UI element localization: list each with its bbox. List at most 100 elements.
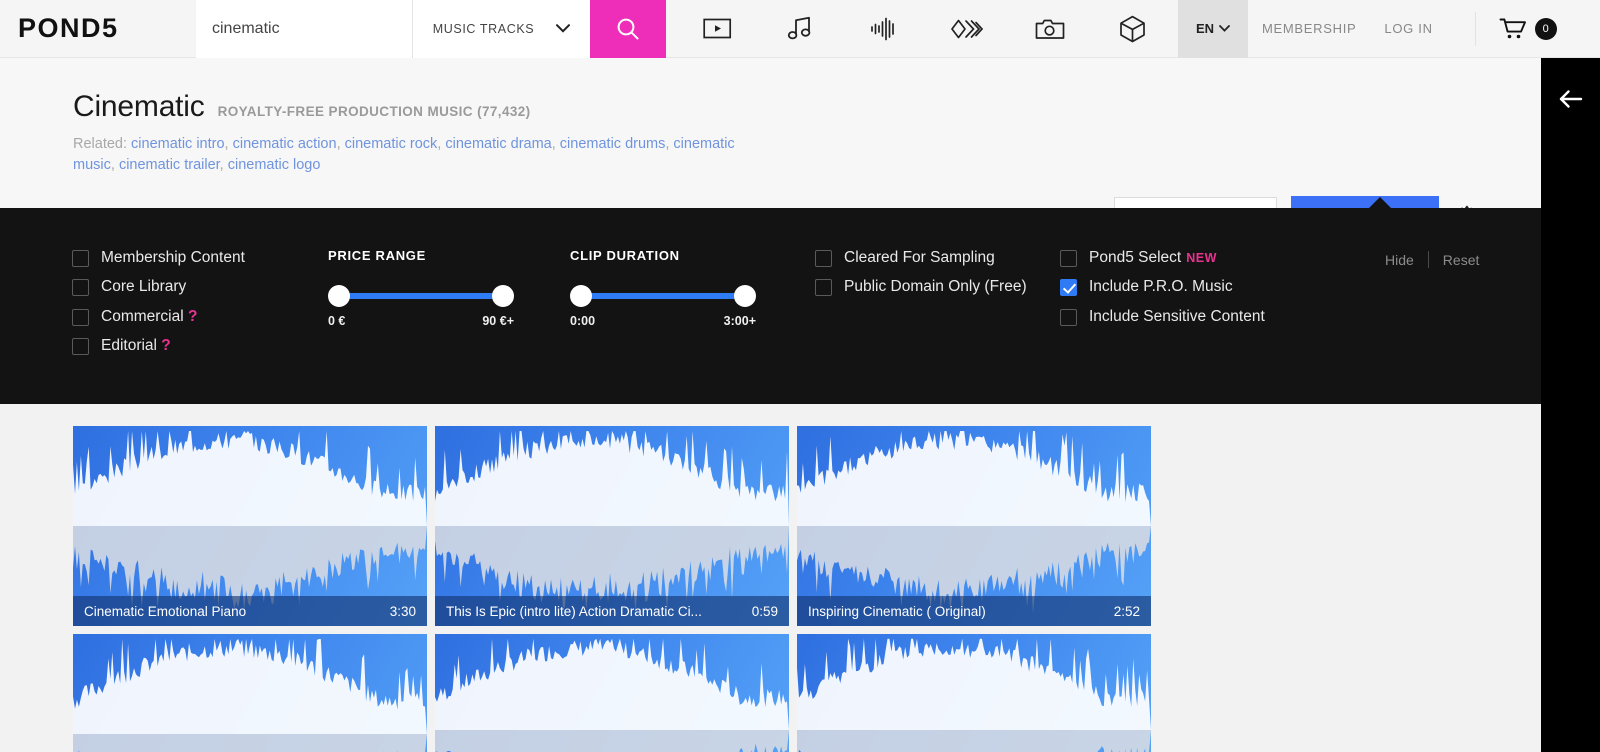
track-duration: 3:30 — [389, 603, 416, 619]
filter-checkbox-row[interactable]: Pond5 Select NEW — [1060, 248, 1350, 267]
motion-graphics-icon[interactable] — [925, 0, 1008, 58]
price-range-knob-max[interactable] — [492, 285, 514, 307]
checkbox-unchecked-icon[interactable] — [815, 250, 832, 267]
track-card[interactable]: Cinematic Emotional Piano 3:30 — [73, 426, 427, 626]
arrow-left-icon[interactable] — [1556, 84, 1586, 114]
filter-checkbox-label: Public Domain Only (Free) — [844, 278, 1027, 296]
price-range-labels: 0 € 90 €+ — [328, 314, 514, 328]
related-tags: Related: cinematic intro, cinematic acti… — [0, 124, 760, 176]
filter-checkbox-label: Include Sensitive Content — [1089, 307, 1265, 325]
checkbox-unchecked-icon[interactable] — [72, 338, 89, 356]
related-links-host: cinematic intro, cinematic action, cinem… — [73, 136, 735, 174]
track-title: This Is Epic (intro lite) Action Dramati… — [446, 603, 702, 619]
filter-checkbox-row[interactable]: Core Library — [72, 277, 312, 297]
filter-checkbox-row[interactable]: Editorial ? — [72, 336, 312, 356]
related-tag-link[interactable]: cinematic drama — [445, 136, 551, 152]
right-side-panel — [1541, 58, 1600, 752]
price-range-max-label: 90 €+ — [482, 314, 514, 328]
waveform-graphic — [797, 638, 1151, 752]
track-card[interactable]: Inspiring Cinematic ( Original) 2:52 — [797, 426, 1151, 626]
filter-checkbox-label: Include P.R.O. Music — [1089, 278, 1233, 296]
help-question-icon[interactable]: ? — [157, 337, 170, 354]
chevrons-icon-glyph — [950, 19, 983, 38]
track-card[interactable]: Cinematic orchestral discovery music1:36 — [73, 634, 427, 752]
price-range-knob-min[interactable] — [328, 285, 350, 307]
checkbox-unchecked-icon[interactable] — [1060, 250, 1077, 267]
help-question-icon[interactable]: ? — [184, 308, 197, 325]
chevron-down-icon — [556, 24, 571, 33]
filter-checkbox-row[interactable]: Include P.R.O. Music — [1060, 277, 1350, 297]
login-link[interactable]: LOG IN — [1370, 21, 1446, 36]
search-category-dropdown[interactable]: MUSIC TRACKS — [412, 0, 590, 58]
clip-duration-max-label: 3:00+ — [723, 314, 756, 328]
clip-duration-title: CLIP DURATION — [570, 248, 680, 263]
track-title: Cinematic Emotional Piano — [84, 603, 247, 619]
waveform-graphic — [73, 639, 427, 752]
clip-duration-knob-max[interactable] — [734, 285, 756, 307]
photo-camera-icon[interactable] — [1008, 0, 1091, 58]
cart-button[interactable]: 0 — [1474, 11, 1557, 46]
clip-duration-knob-min[interactable] — [570, 285, 592, 307]
top-navigation-bar: POND5 MUSIC TRACKS — [0, 0, 1600, 58]
filter-checkbox-row[interactable]: Membership Content — [72, 248, 312, 267]
filter-checkbox-row[interactable]: Public Domain Only (Free) — [815, 277, 1035, 297]
checkbox-checked-icon[interactable] — [1060, 279, 1077, 297]
page-title: Cinematic — [73, 90, 205, 123]
track-duration: 0:59 — [751, 603, 778, 619]
filter-checkbox-row[interactable]: Cleared For Sampling — [815, 248, 1035, 267]
track-card-info-bar: This Is Epic (intro lite) Action Dramati… — [435, 596, 789, 626]
related-tag-link[interactable]: cinematic trailer — [119, 157, 220, 173]
checkbox-unchecked-icon[interactable] — [815, 279, 832, 297]
language-selector[interactable]: EN — [1178, 0, 1248, 58]
price-range-track — [336, 293, 506, 299]
cube-icon-glyph — [1120, 15, 1145, 42]
related-tag-link[interactable]: cinematic action — [233, 136, 337, 152]
video-icon[interactable] — [676, 0, 759, 58]
search-bar: MUSIC TRACKS — [196, 0, 666, 58]
related-tag-link[interactable]: cinematic rock — [345, 136, 438, 152]
filter-group-licensing: Cleared For Sampling Public Domain Only (… — [815, 248, 1035, 307]
sound-effects-icon[interactable] — [842, 0, 925, 58]
hide-filters-link[interactable]: Hide — [1385, 252, 1414, 268]
clip-duration-slider[interactable] — [570, 285, 756, 307]
filter-actions-separator — [1427, 251, 1429, 268]
track-duration: 2:52 — [1113, 603, 1140, 619]
track-card[interactable] — [797, 634, 1151, 752]
pond5-search-page: POND5 MUSIC TRACKS — [0, 0, 1600, 752]
checkbox-unchecked-icon[interactable] — [72, 250, 89, 267]
filter-checkbox-row[interactable]: Include Sensitive Content — [1060, 307, 1350, 326]
track-card-info-bar: Inspiring Cinematic ( Original) 2:52 — [797, 596, 1151, 626]
new-badge: NEW — [1186, 251, 1217, 265]
checkbox-unchecked-icon[interactable] — [72, 279, 89, 297]
search-input[interactable] — [196, 0, 412, 58]
search-results: Cinematic Emotional Piano 3:30 This Is Epi… — [0, 404, 1541, 752]
shopping-cart-icon — [1499, 18, 1526, 38]
reset-filters-link[interactable]: Reset — [1443, 252, 1480, 268]
search-submit-button[interactable] — [590, 0, 666, 58]
page-title-row: Cinematic ROYALTY-FREE PRODUCTION MUSIC … — [0, 58, 1541, 124]
price-range-slider[interactable] — [328, 285, 514, 307]
music-note-icon-glyph — [787, 16, 811, 39]
related-tag-link[interactable]: cinematic intro — [131, 136, 224, 152]
cube-3d-icon[interactable] — [1091, 0, 1174, 58]
filter-checkbox-label: Cleared For Sampling — [844, 249, 995, 266]
clip-duration-labels: 0:00 3:00+ — [570, 314, 756, 328]
music-note-icon[interactable] — [759, 0, 842, 58]
checkbox-unchecked-icon[interactable] — [72, 308, 89, 326]
related-tag-link[interactable]: cinematic drums — [560, 136, 666, 152]
search-icon — [617, 18, 639, 39]
filter-checkbox-row[interactable]: Commercial ? — [72, 307, 312, 326]
pond5-logo[interactable]: POND5 — [0, 13, 196, 44]
filter-group-content-type: Membership Content Core Library Commercial… — [72, 248, 312, 366]
search-category-label: MUSIC TRACKS — [432, 21, 535, 36]
track-card[interactable]: This Is Epic (intro lite) Action Dramati… — [435, 426, 789, 626]
waveform-graphic — [435, 638, 789, 752]
track-card[interactable] — [435, 634, 789, 752]
filter-checkbox-label: Commercial ? — [101, 307, 198, 325]
filter-group-options: Pond5 Select NEW Include P.R.O. Music Inclu… — [1060, 248, 1350, 336]
filters-panel: Membership Content Core Library Commercial… — [0, 197, 1541, 404]
related-tag-link[interactable]: cinematic logo — [228, 157, 321, 173]
checkbox-unchecked-icon[interactable] — [1060, 308, 1077, 326]
language-label: EN — [1195, 21, 1215, 36]
membership-link[interactable]: MEMBERSHIP — [1248, 21, 1370, 36]
